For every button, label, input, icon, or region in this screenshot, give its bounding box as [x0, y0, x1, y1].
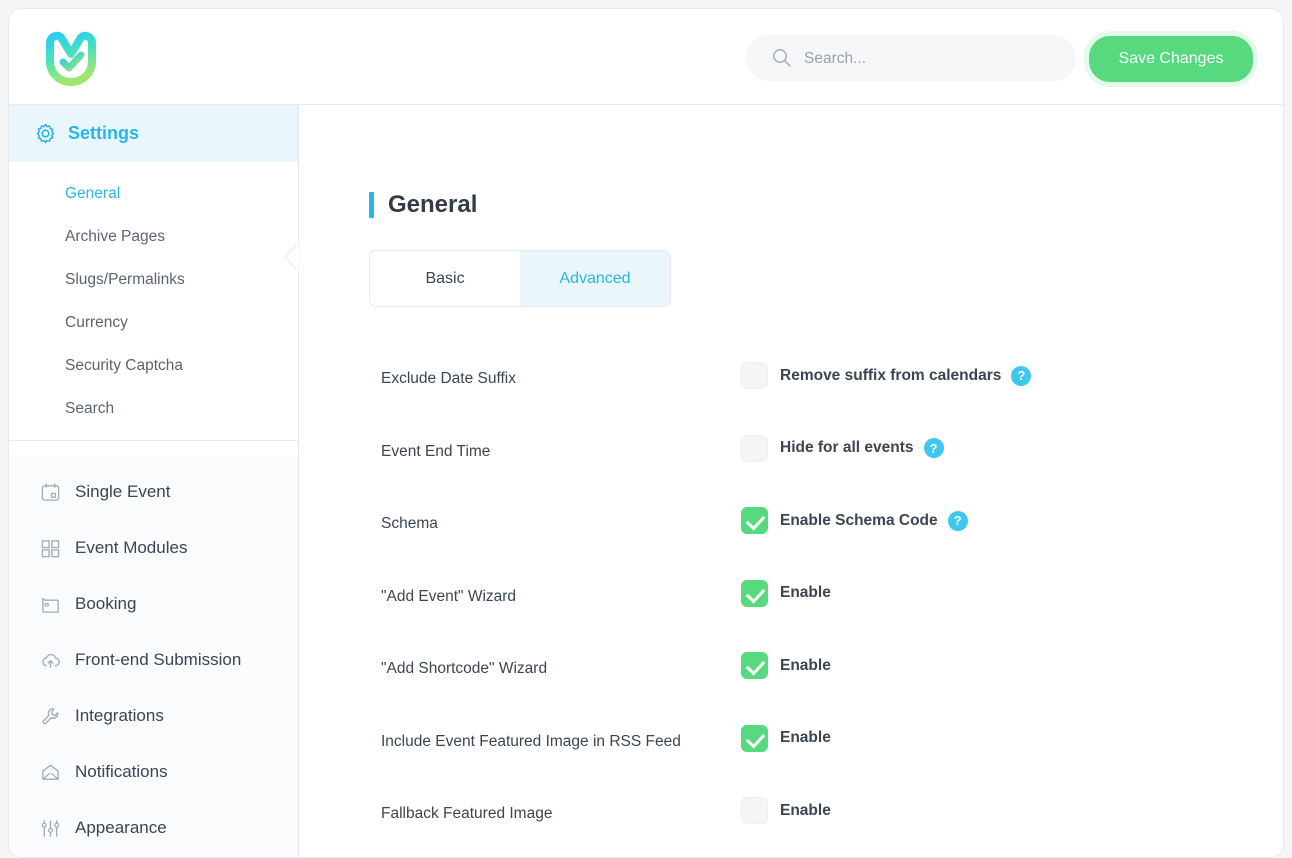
sidebar-item-single-event-label: Single Event [75, 482, 171, 501]
sidebar-item-booking-label: Booking [75, 594, 137, 613]
sidebar-subitem-general[interactable]: General [9, 172, 298, 215]
envelope-icon [39, 761, 61, 783]
form-row-add-shortcode-wizard: "Add Shortcode" Wizard Enable [299, 638, 1283, 711]
form-row-event-end-time: Event End Time Hide for all events ? [299, 421, 1283, 494]
sidebar-item-integrations[interactable]: Integrations [9, 688, 298, 744]
mec-logo [37, 23, 105, 91]
app-header: Save Changes [9, 9, 1283, 105]
wrench-icon [39, 705, 61, 727]
grid-icon [39, 537, 61, 559]
sidebar-submenu: General Archive Pages Slugs/Permalinks C… [9, 162, 299, 441]
help-icon[interactable]: ? [923, 438, 944, 458]
title-accent-bar [369, 192, 374, 218]
checkbox-label: Hide for all events [780, 439, 914, 456]
row-control: Hide for all events ? [741, 434, 944, 462]
calendar-icon [39, 481, 61, 503]
sidebar-subitem-search[interactable]: Search [9, 387, 298, 430]
gear-icon [35, 123, 56, 144]
sidebar-item-appearance[interactable]: Appearance [9, 800, 298, 856]
row-label: "Add Shortcode" Wizard [381, 660, 548, 677]
sidebar-subitem-security-captcha[interactable]: Security Captcha [9, 344, 298, 387]
save-changes-button[interactable]: Save Changes [1084, 31, 1258, 87]
sidebar: Settings General Archive Pages Slugs/Per… [9, 105, 299, 857]
checkbox-remove-suffix-from-calendars[interactable] [741, 362, 768, 389]
sidebar-item-notifications-label: Notifications [75, 762, 168, 781]
sidebar-item-event-modules-label: Event Modules [75, 538, 188, 557]
checkbox-enable-schema-code[interactable] [741, 507, 768, 534]
checkbox-label: Enable [780, 656, 831, 674]
sidebar-item-event-modules[interactable]: Event Modules [9, 520, 298, 576]
page-title-text: General [388, 191, 478, 218]
checkbox-label: Enable Schema Code [780, 511, 938, 529]
search-icon [772, 48, 791, 67]
app-window: Save Changes Settings General Archive Pa… [8, 8, 1284, 858]
wallet-icon [39, 593, 61, 615]
row-label: "Add Event" Wizard [381, 587, 517, 605]
row-label: Include Event Featured Image in RSS Feed [381, 732, 681, 750]
checkbox-label: Enable [780, 584, 831, 601]
row-label: Fallback Featured Image [381, 805, 553, 822]
sidebar-item-appearance-label: Appearance [75, 818, 167, 837]
help-icon[interactable]: ? [947, 510, 968, 531]
cloud-upload-icon [39, 649, 61, 671]
main-content: General Basic Advanced Exclude Date Suff… [299, 105, 1283, 857]
checkbox-label: Remove suffix from calendars [780, 366, 1002, 384]
form-row-fallback-featured-image: Fallback Featured Image Enable [299, 783, 1283, 856]
sidebar-item-notifications[interactable]: Notifications [9, 744, 298, 800]
form-row-exclude-date-suffix: Exclude Date Suffix Remove suffix from c… [299, 348, 1283, 421]
sidebar-subitem-archive-pages[interactable]: Archive Pages [9, 215, 298, 258]
checkbox-fallback-featured-image-enable[interactable] [741, 797, 768, 824]
sidebar-subitem-currency[interactable]: Currency [9, 301, 298, 344]
active-item-notch-icon [284, 242, 299, 272]
settings-tabs: Basic Advanced [369, 250, 671, 307]
form-row-include-featured-image-rss: Include Event Featured Image in RSS Feed… [299, 711, 1283, 784]
form-row-schema: Schema Enable Schema Code ? [299, 493, 1283, 566]
checkbox-add-shortcode-wizard-enable[interactable] [741, 652, 768, 679]
sidebar-subitem-slugs-permalinks[interactable]: Slugs/Permalinks [9, 258, 298, 301]
checkbox-include-featured-image-rss-enable[interactable] [741, 724, 768, 752]
row-control: Enable [741, 652, 831, 679]
row-label: Schema [381, 515, 438, 532]
tab-advanced[interactable]: Advanced [520, 251, 670, 306]
row-control: Enable [741, 579, 831, 607]
search-input[interactable] [802, 35, 1066, 83]
row-control: Remove suffix from calendars ? [741, 362, 1032, 389]
row-label: Event End Time [381, 442, 491, 460]
checkbox-hide-for-all-events[interactable] [741, 434, 768, 462]
row-control: Enable [741, 797, 831, 824]
sidebar-item-booking[interactable]: Booking [9, 576, 298, 632]
row-label: Exclude Date Suffix [381, 370, 516, 387]
row-control: Enable Schema Code ? [741, 507, 968, 534]
form-row-add-event-wizard: "Add Event" Wizard Enable [299, 566, 1283, 639]
search-box[interactable] [746, 35, 1076, 83]
checkbox-label: Enable [780, 801, 831, 819]
checkbox-label: Enable [780, 729, 831, 746]
sidebar-main-menu: Single Event Event Modules Booking Front… [9, 456, 298, 857]
sidebar-item-integrations-label: Integrations [75, 706, 164, 725]
sidebar-item-settings-label: Settings [68, 123, 140, 143]
help-icon[interactable]: ? [1011, 365, 1032, 386]
row-control: Enable [741, 724, 831, 752]
settings-form: Exclude Date Suffix Remove suffix from c… [299, 348, 1283, 856]
sliders-icon [39, 817, 61, 839]
tab-basic[interactable]: Basic [370, 251, 520, 306]
checkbox-add-event-wizard-enable[interactable] [741, 579, 768, 607]
sidebar-item-single-event[interactable]: Single Event [9, 464, 298, 520]
sidebar-item-front-end-submission-label: Front-end Submission [75, 650, 242, 669]
page-title: General [369, 191, 477, 219]
sidebar-item-settings[interactable]: Settings [9, 105, 298, 162]
sidebar-item-front-end-submission[interactable]: Front-end Submission [9, 632, 298, 688]
